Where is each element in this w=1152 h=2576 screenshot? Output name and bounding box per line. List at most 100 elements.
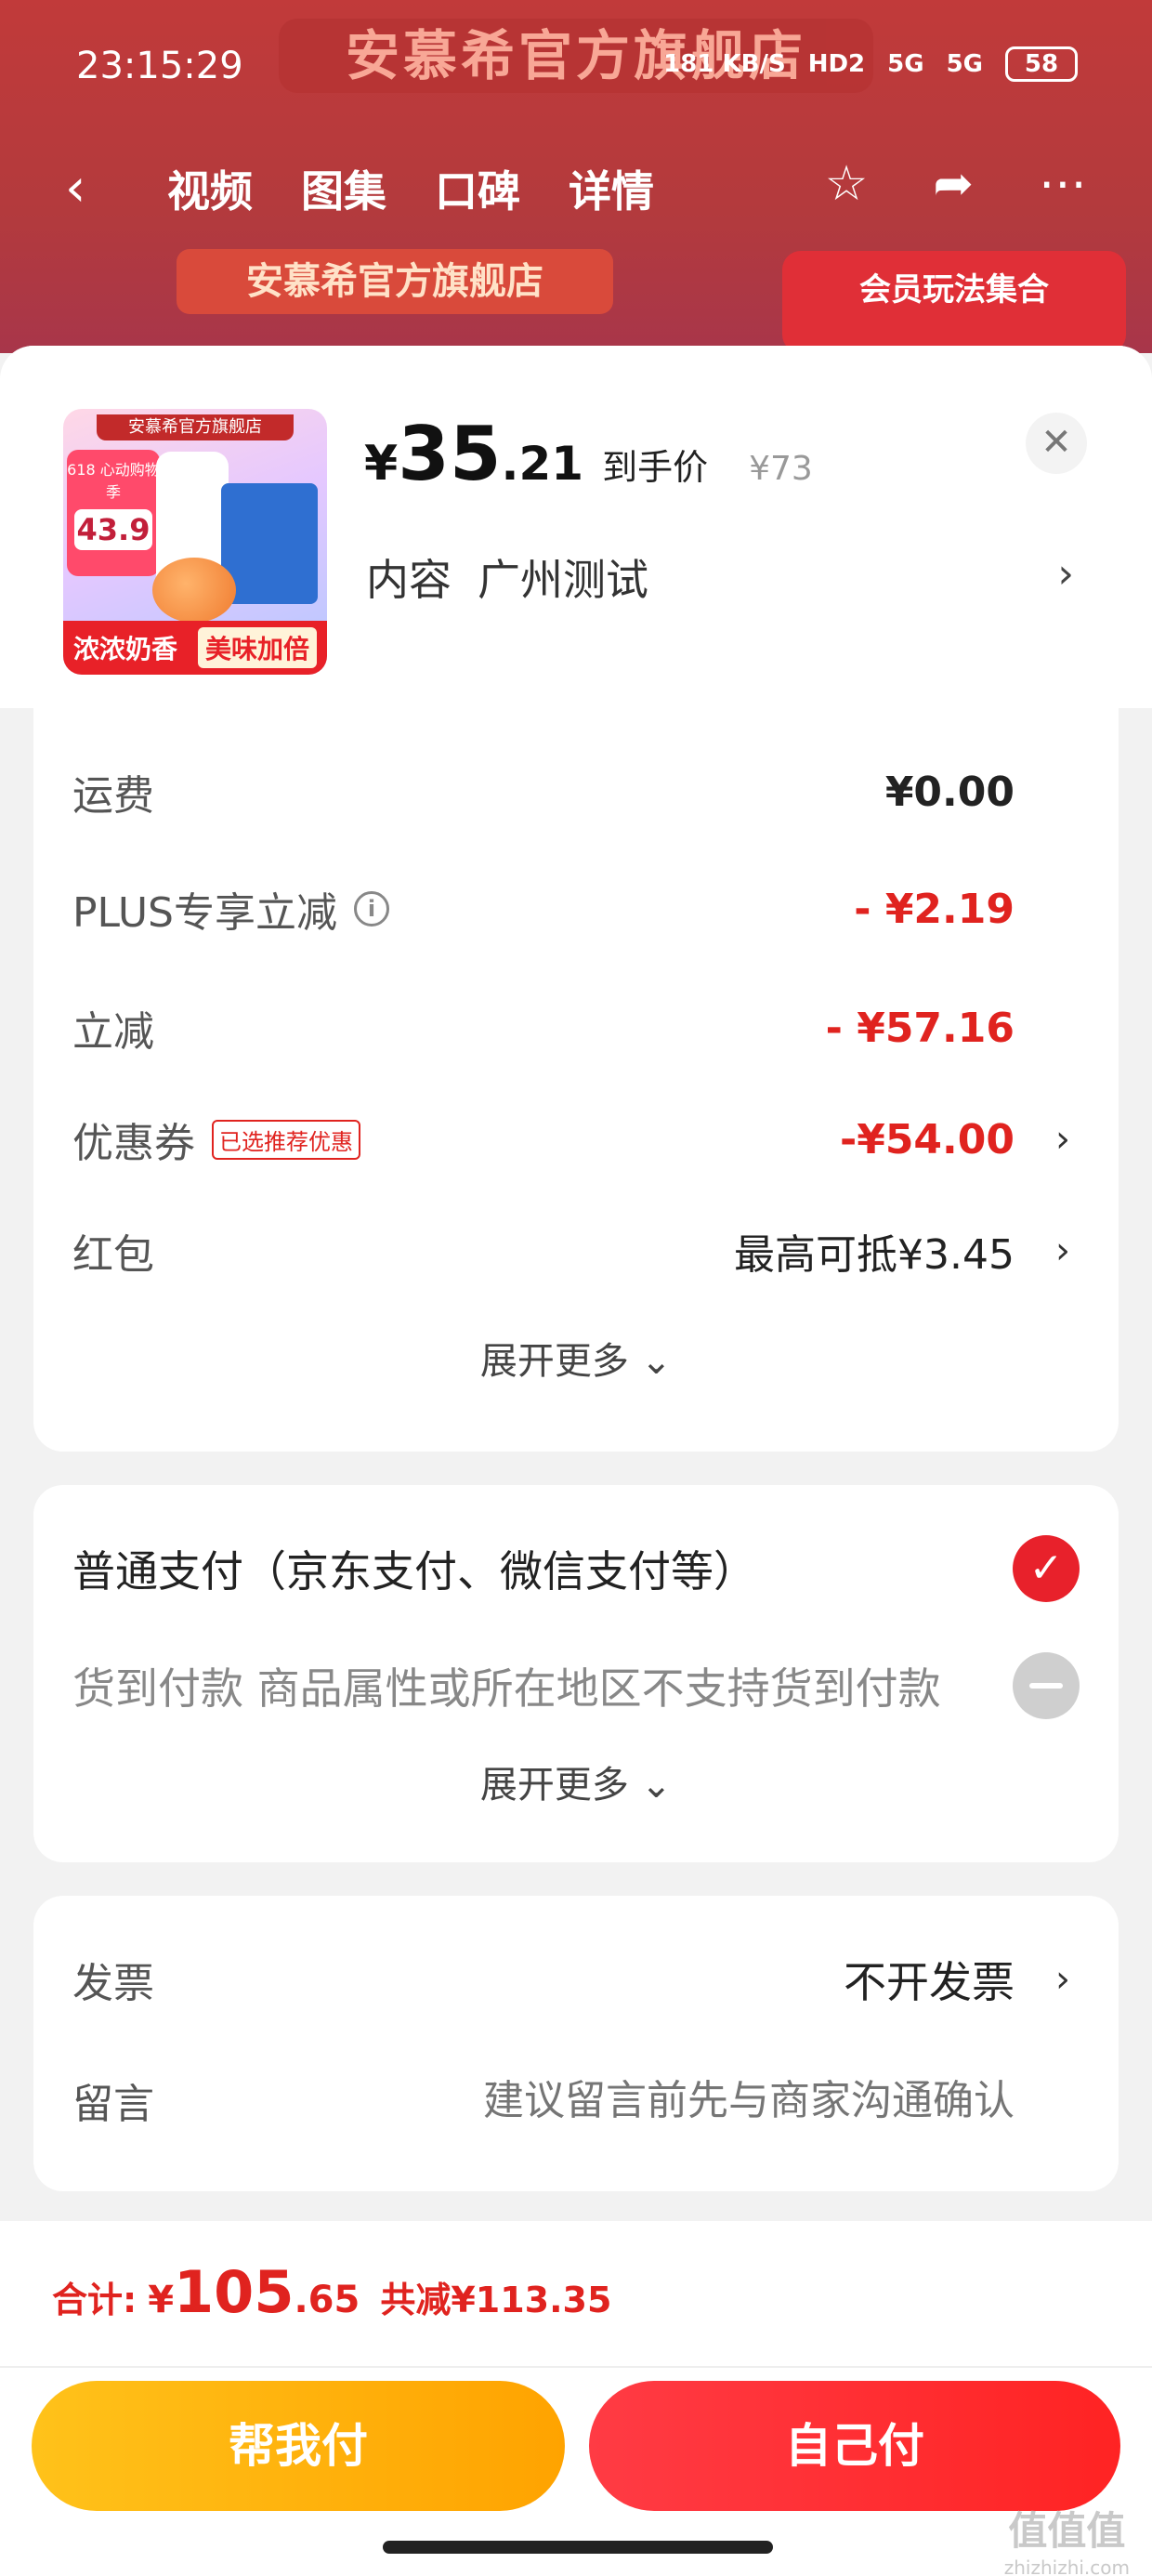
original-price: ¥73 <box>749 450 813 488</box>
store-banner: 安慕希官方旗舰店 <box>177 249 613 314</box>
red-packet-row[interactable]: 红包 最高可抵¥3.45 › <box>72 1223 1080 1279</box>
plus-discount-row: PLUS专享立减 i - ¥2.19 <box>72 879 1080 939</box>
invoice-label: 发票 <box>72 1960 154 2007</box>
spec-label: 内容 <box>366 555 452 605</box>
status-bar: 23:15:29 181 KB/S HD2 5G 5G 58 <box>0 28 1152 112</box>
tab-details[interactable]: 详情 <box>569 158 654 219</box>
plus-discount-label: PLUS专享立减 i <box>72 879 389 939</box>
chevron-right-icon: › <box>1055 1118 1070 1161</box>
chevron-right-icon: › <box>1055 1958 1070 2001</box>
spec-selector[interactable]: 内容 广州测试 <box>366 546 648 608</box>
chevron-down-icon: ⌄ <box>640 1764 673 1807</box>
total-label: 合计: <box>52 2280 137 2320</box>
invoice-card: 发票 不开发票 › 留言 <box>33 1896 1119 2191</box>
red-packet-value: 最高可抵¥3.45 <box>734 1231 1015 1279</box>
hd-icon: HD2 <box>807 50 866 78</box>
price-integer: 35 <box>398 411 502 497</box>
instant-discount-value: - ¥57.16 <box>825 1004 1015 1052</box>
product-page-background: 安慕希官方旗舰店 23:15:29 181 KB/S HD2 5G 5G 58 … <box>0 0 1152 353</box>
shipping-label: 运费 <box>72 772 154 820</box>
final-price: ¥ 35 .21 到手价 ¥73 <box>364 411 813 497</box>
thumbnail-badge-title: 618 心动购物季 <box>67 461 160 501</box>
status-time: 23:15:29 <box>76 45 243 87</box>
cost-details-card: 运费 ¥0.00 PLUS专享立减 i - ¥2.19 立减 - ¥57.16 … <box>33 708 1119 1452</box>
slogan-left: 浓浓奶香 <box>72 634 177 664</box>
chevron-right-icon[interactable]: › <box>1057 550 1074 598</box>
more-icon[interactable]: ⋯ <box>1039 156 1087 212</box>
shipping-value: ¥0.00 <box>884 768 1015 816</box>
thumbnail-badge: 618 心动购物季 43.9 <box>67 450 160 576</box>
spec-value: 广州测试 <box>478 555 648 605</box>
message-input[interactable] <box>308 2076 1015 2124</box>
payment-option-normal[interactable]: 普通支付（京东支付、微信支付等） ✓ <box>72 1531 1080 1606</box>
payment-option-label: 货到付款 商品属性或所在地区不支持货到付款 <box>72 1663 941 1714</box>
share-icon[interactable]: ➦ <box>933 156 974 212</box>
coupon-badge: 已选推荐优惠 <box>212 1119 360 1160</box>
chevron-right-icon: › <box>1055 1229 1070 1272</box>
nav-actions: ☆ ➦ ⋯ <box>825 156 1087 212</box>
instant-discount-row: 立减 - ¥57.16 <box>72 1000 1080 1057</box>
expand-more-label: 展开更多 <box>479 1340 629 1383</box>
coupon-row[interactable]: 优惠券 已选推荐优惠 -¥54.00 › <box>72 1110 1080 1169</box>
close-button[interactable]: ✕ <box>1026 413 1087 474</box>
thumbnail-store-label: 安慕希官方旗舰店 <box>97 414 294 440</box>
help-pay-button[interactable]: 帮我付 <box>32 2381 565 2511</box>
price-tag: 到手价 <box>602 447 709 488</box>
plus-discount-value: - ¥2.19 <box>854 885 1015 933</box>
member-promo: 会员玩法集合 <box>782 251 1126 353</box>
shipping-row: 运费 ¥0.00 <box>72 764 1080 821</box>
total-decimal: .65 <box>294 2279 360 2321</box>
nav-tabs: 视频 图集 口碑 详情 <box>167 158 654 219</box>
total-summary: 合计: ¥ 105 .65 共减¥113.35 <box>52 2258 611 2326</box>
price-decimal: .21 <box>501 437 584 491</box>
payment-method-card: 普通支付（京东支付、微信支付等） ✓ 货到付款 商品属性或所在地区不支持货到付款… <box>33 1485 1119 1862</box>
signal-icon: 5G <box>887 50 924 78</box>
expand-more-label: 展开更多 <box>479 1764 629 1807</box>
product-thumbnail: 安慕希官方旗舰店 618 心动购物季 43.9 浓浓奶香 美味加倍 <box>63 409 327 675</box>
thumbnail-slogan: 浓浓奶香 美味加倍 <box>63 621 327 675</box>
checkmark-icon: ✓ <box>1013 1535 1080 1602</box>
invoice-row[interactable]: 发票 不开发票 › <box>72 1952 1080 2007</box>
signal-icon-2: 5G <box>946 50 983 78</box>
home-indicator[interactable] <box>383 2541 773 2554</box>
expand-more-button[interactable]: 展开更多 ⌄ <box>33 1755 1119 1808</box>
tab-reviews[interactable]: 口碑 <box>435 158 520 219</box>
total-saved: 共减¥113.35 <box>380 2280 612 2320</box>
info-icon[interactable]: i <box>354 891 389 927</box>
thumbnail-badge-price: 43.9 <box>74 509 152 550</box>
self-pay-button[interactable]: 自己付 <box>589 2381 1120 2511</box>
chevron-down-icon: ⌄ <box>640 1340 673 1383</box>
close-icon: ✕ <box>1041 421 1072 464</box>
watermark-url: zhizhizhi.com <box>1003 2556 1130 2576</box>
invoice-value: 不开发票 <box>844 1957 1015 2007</box>
product-header: 安慕希官方旗舰店 618 心动购物季 43.9 浓浓奶香 美味加倍 ¥ 35 .… <box>0 346 1152 708</box>
payment-option-label: 普通支付（京东支付、微信支付等） <box>72 1546 756 1597</box>
slogan-right: 美味加倍 <box>197 627 317 668</box>
disabled-minus-icon <box>1013 1652 1080 1719</box>
price-currency: ¥ <box>364 436 399 492</box>
message-label: 留言 <box>72 2081 154 2128</box>
net-speed: 181 KB/S <box>663 50 786 78</box>
red-packet-label: 红包 <box>72 1231 154 1279</box>
status-icons: 181 KB/S HD2 5G 5G 58 <box>663 46 1078 82</box>
coupon-value: -¥54.00 <box>839 1115 1015 1163</box>
divider <box>0 2366 1152 2368</box>
watermark-text: 值值值 <box>1008 2508 1126 2554</box>
battery-icon: 58 <box>1005 46 1078 82</box>
coupon-label: 优惠券 已选推荐优惠 <box>72 1110 360 1169</box>
back-icon[interactable]: ‹ <box>65 158 85 218</box>
expand-more-button[interactable]: 展开更多 ⌄ <box>33 1331 1119 1385</box>
watermark-logo: 值值值 zhizhizhi.com <box>1004 2500 1130 2576</box>
payment-option-cod: 货到付款 商品属性或所在地区不支持货到付款 <box>72 1649 1080 1723</box>
top-nav: ‹ 视频 图集 口碑 详情 ☆ ➦ ⋯ <box>0 149 1152 232</box>
favorite-star-icon[interactable]: ☆ <box>825 156 869 212</box>
tab-gallery[interactable]: 图集 <box>301 158 386 219</box>
plus-discount-text: PLUS专享立减 <box>72 889 337 937</box>
instant-discount-label: 立减 <box>72 1008 154 1056</box>
total-integer: 105 <box>174 2258 295 2326</box>
peach-image <box>152 558 236 623</box>
coupon-text: 优惠券 <box>72 1120 195 1167</box>
tab-video[interactable]: 视频 <box>167 158 253 219</box>
total-currency: ¥ <box>148 2279 175 2321</box>
message-row: 留言 <box>72 2072 1080 2128</box>
